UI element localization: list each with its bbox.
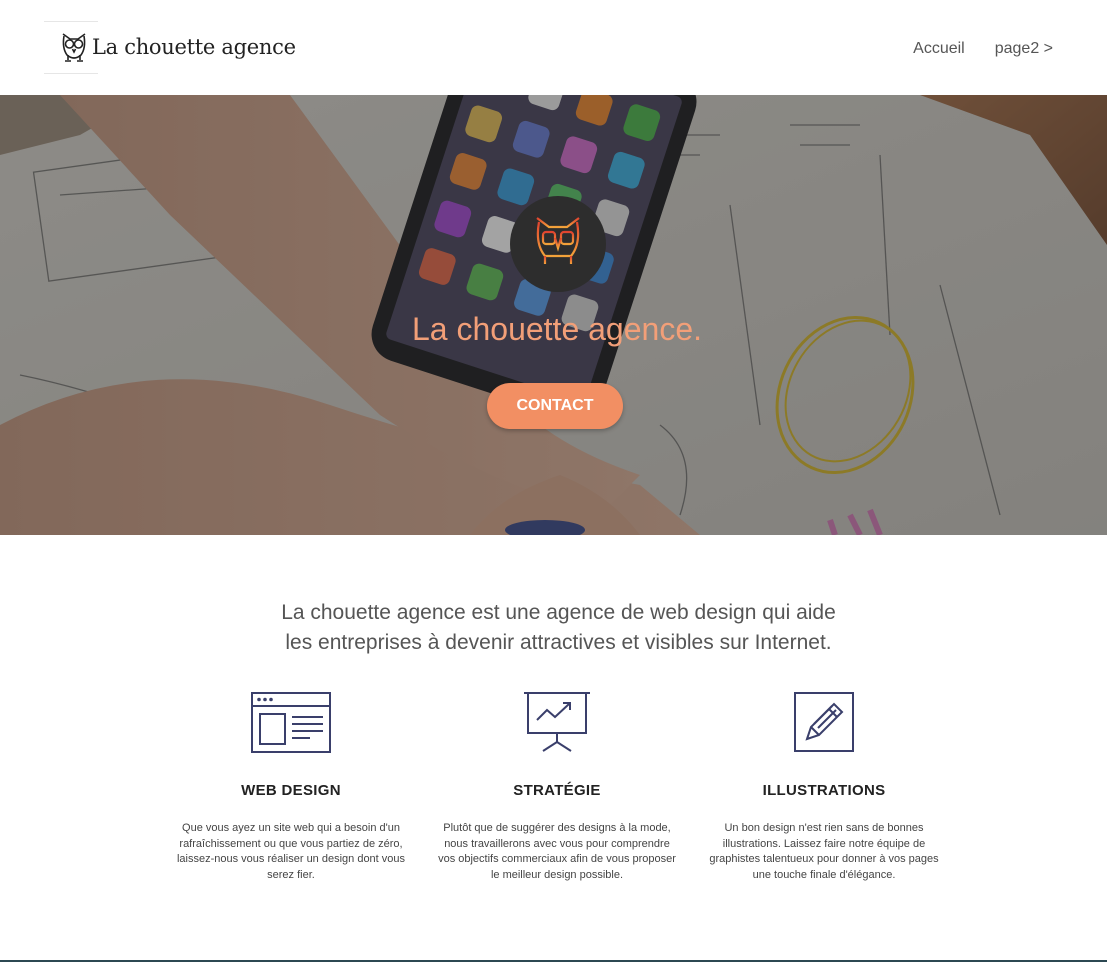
hero-title: La chouette agence. bbox=[411, 311, 702, 347]
intro-text: La chouette agence est une agence de web… bbox=[0, 598, 1107, 658]
owl-badge-icon bbox=[510, 196, 606, 292]
main-nav: Accueil page2 > bbox=[913, 40, 1053, 58]
service-description: Un bon design n'est rien sans de bonnes … bbox=[709, 822, 939, 881]
logo[interactable]: La chouette agence bbox=[44, 21, 296, 74]
pencil-square-icon bbox=[704, 690, 944, 754]
service-strategie: STRATÉGIE Plutôt que de suggérer des des… bbox=[437, 690, 677, 883]
browser-window-icon bbox=[171, 690, 411, 754]
presentation-chart-icon bbox=[437, 690, 677, 754]
hero-banner: La chouette agence. CONTACT bbox=[0, 95, 1107, 535]
service-description: Plutôt que de suggérer des designs à la … bbox=[438, 822, 676, 881]
site-header: La chouette agence Accueil page2 > bbox=[0, 0, 1107, 95]
nav-link-accueil[interactable]: Accueil bbox=[913, 40, 965, 58]
service-description: Que vous ayez un site web qui a besoin d… bbox=[176, 822, 406, 881]
service-illustrations: ILLUSTRATIONS Un bon design n'est rien s… bbox=[704, 690, 944, 883]
logo-text: La chouette agence bbox=[92, 35, 296, 59]
intro-line-1: La chouette agence est une agence de web… bbox=[281, 601, 836, 624]
service-title: WEB DESIGN bbox=[241, 782, 341, 799]
owl-icon bbox=[44, 21, 104, 73]
service-title: ILLUSTRATIONS bbox=[762, 782, 886, 799]
service-title: STRATÉGIE bbox=[513, 782, 601, 799]
service-web-design: WEB DESIGN Que vous ayez un site web qui… bbox=[171, 690, 411, 883]
contact-button[interactable]: CONTACT bbox=[487, 383, 623, 429]
nav-link-page2[interactable]: page2 > bbox=[995, 40, 1053, 58]
intro-line-2: les entreprises à devenir attractives et… bbox=[285, 631, 832, 654]
